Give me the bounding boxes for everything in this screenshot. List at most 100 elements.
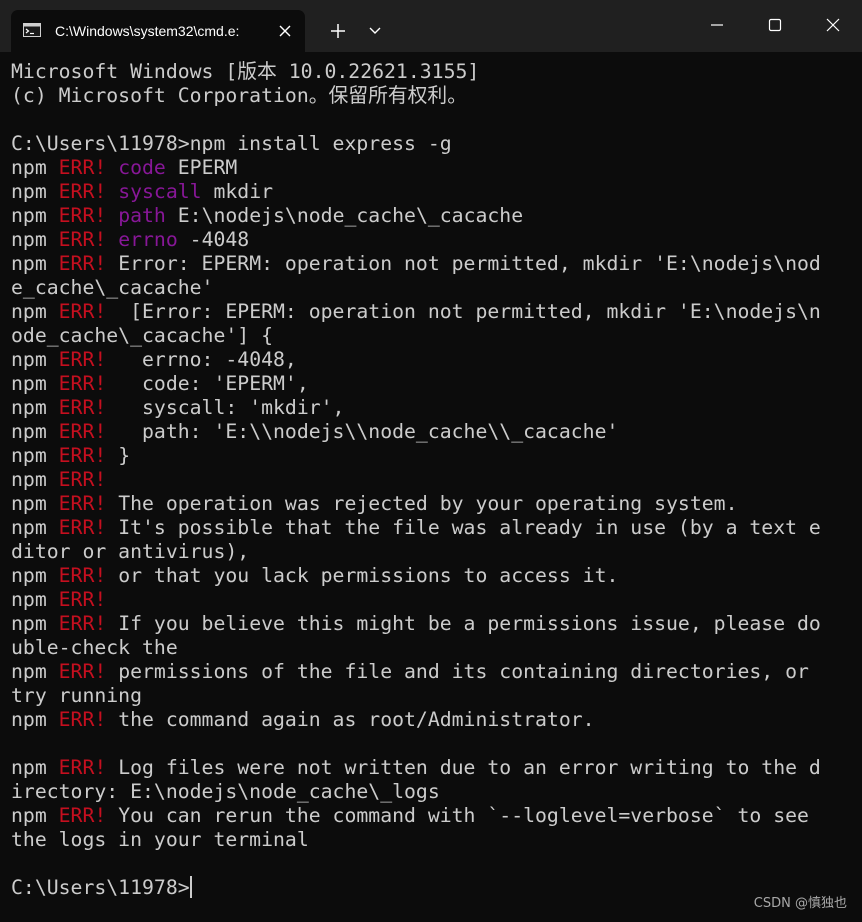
terminal-line: npm ERR! errno -4048 [11, 228, 851, 252]
err-label: ERR! [58, 252, 107, 275]
line-text [106, 180, 118, 203]
minimize-button[interactable] [688, 0, 746, 50]
line-text: [Error: EPERM: operation not permitted, … [106, 300, 821, 323]
close-window-button[interactable] [804, 0, 862, 50]
line-text: npm [11, 300, 59, 323]
err-label: ERR! [58, 564, 107, 587]
line-text: npm [11, 492, 59, 515]
err-label: ERR! [58, 612, 107, 635]
terminal-line: npm ERR! It's possible that the file was… [11, 516, 851, 540]
err-label: ERR! [58, 492, 107, 515]
line-text: -4048 [177, 228, 250, 251]
line-text [106, 204, 118, 227]
line-text [106, 156, 118, 179]
terminal-line: npm ERR! [11, 588, 851, 612]
line-text: npm [11, 372, 59, 395]
terminal-line: npm ERR! errno: -4048, [11, 348, 851, 372]
line-text: npm [11, 516, 59, 539]
terminal-line: ditor or antivirus), [11, 540, 851, 564]
line-text: the logs in your terminal [11, 828, 309, 851]
line-text: } [106, 444, 131, 467]
line-text [106, 228, 118, 251]
err-label: ERR! [58, 156, 107, 179]
terminal-line: npm ERR! } [11, 444, 851, 468]
terminal-line: npm ERR! You can rerun the command with … [11, 804, 851, 828]
line-text: syscall: 'mkdir', [106, 396, 345, 419]
plus-icon [331, 24, 345, 38]
line-text: npm [11, 180, 59, 203]
line-text: Error: EPERM: operation not permitted, m… [106, 252, 821, 275]
line-text: ode_cache\_cacache'] { [11, 324, 274, 347]
err-label: ERR! [58, 468, 107, 491]
tab-cmd[interactable]: C:\Windows\system32\cmd.e: [11, 10, 305, 52]
maximize-button[interactable] [746, 0, 804, 50]
tab-close-icon[interactable] [275, 21, 295, 41]
new-tab-button[interactable] [322, 17, 354, 45]
terminal-line: npm ERR! syscall: 'mkdir', [11, 396, 851, 420]
err-label: ERR! [58, 516, 107, 539]
line-text: If you believe this might be a permissio… [106, 612, 821, 635]
terminal-line: npm ERR! Log files were not written due … [11, 756, 851, 780]
terminal-line: npm ERR! permissions of the file and its… [11, 660, 851, 684]
line-text: or that you lack permissions to access i… [106, 564, 619, 587]
line-text: EPERM [165, 156, 238, 179]
terminal-line: npm ERR! [11, 468, 851, 492]
err-label: ERR! [58, 756, 107, 779]
line-text: Microsoft Windows [版本 10.0.22621.3155] [11, 60, 480, 83]
line-text: try running [11, 684, 143, 707]
line-text: npm [11, 588, 59, 611]
err-label: ERR! [58, 708, 107, 731]
line-text: path: 'E:\\nodejs\\node_cache\\_cacache' [106, 420, 619, 443]
err-label: ERR! [58, 348, 107, 371]
terminal-line: npm ERR! [Error: EPERM: operation not pe… [11, 300, 851, 324]
line-text: C:\Users\11978>npm install express -g [11, 132, 452, 155]
maximize-icon [768, 18, 782, 32]
line-text: npm [11, 444, 59, 467]
terminal-line: npm ERR! or that you lack permissions to… [11, 564, 851, 588]
line-text: npm [11, 348, 59, 371]
error-key: code [118, 156, 166, 179]
close-icon [826, 18, 840, 32]
terminal-line: the logs in your terminal [11, 828, 851, 852]
terminal-line: uble-check the [11, 636, 851, 660]
line-text: mkdir [201, 180, 274, 203]
terminal-line: try running [11, 684, 851, 708]
profile-dropdown-button[interactable] [360, 17, 390, 45]
title-bar[interactable]: C:\Windows\system32\cmd.e: [0, 0, 862, 52]
error-key: syscall [118, 180, 202, 203]
line-text: npm [11, 708, 59, 731]
line-text: permissions of the file and its containi… [106, 660, 809, 683]
line-text: Log files were not written due to an err… [106, 756, 821, 779]
line-text: E:\nodejs\node_cache\_cacache [165, 204, 524, 227]
terminal-line: irectory: E:\nodejs\node_cache\_logs [11, 780, 851, 804]
line-text: It's possible that the file was already … [106, 516, 821, 539]
line-text: irectory: E:\nodejs\node_cache\_logs [11, 780, 440, 803]
terminal-output[interactable]: Microsoft Windows [版本 10.0.22621.3155] (c… [11, 60, 851, 910]
err-label: ERR! [58, 396, 107, 419]
terminal-line: npm ERR! the command again as root/Admin… [11, 708, 851, 732]
terminal-line: C:\Users\11978>npm install express -g [11, 132, 851, 156]
line-text: npm [11, 228, 59, 251]
line-text: npm [11, 804, 59, 827]
cmd-terminal-icon [23, 23, 41, 37]
minimize-icon [711, 24, 723, 26]
text-cursor [189, 876, 192, 898]
terminal-line: (c) Microsoft Corporation。保留所有权利。 [11, 84, 851, 108]
prompt-line[interactable]: C:\Users\11978> [11, 876, 851, 900]
line-text: npm [11, 252, 59, 275]
line-text: npm [11, 468, 59, 491]
terminal-line: npm ERR! code EPERM [11, 156, 851, 180]
err-label: ERR! [58, 444, 107, 467]
terminal-line: ode_cache\_cacache'] { [11, 324, 851, 348]
line-text: the command again as root/Administrator. [106, 708, 595, 731]
watermark: CSDN @慎独也 [753, 896, 847, 911]
command-prompt: C:\Users\11978> [11, 876, 190, 899]
err-label: ERR! [58, 180, 107, 203]
terminal-line: npm ERR! Error: EPERM: operation not per… [11, 252, 851, 276]
err-label: ERR! [58, 372, 107, 395]
chevron-down-icon [369, 27, 381, 34]
error-key: path [118, 204, 166, 227]
